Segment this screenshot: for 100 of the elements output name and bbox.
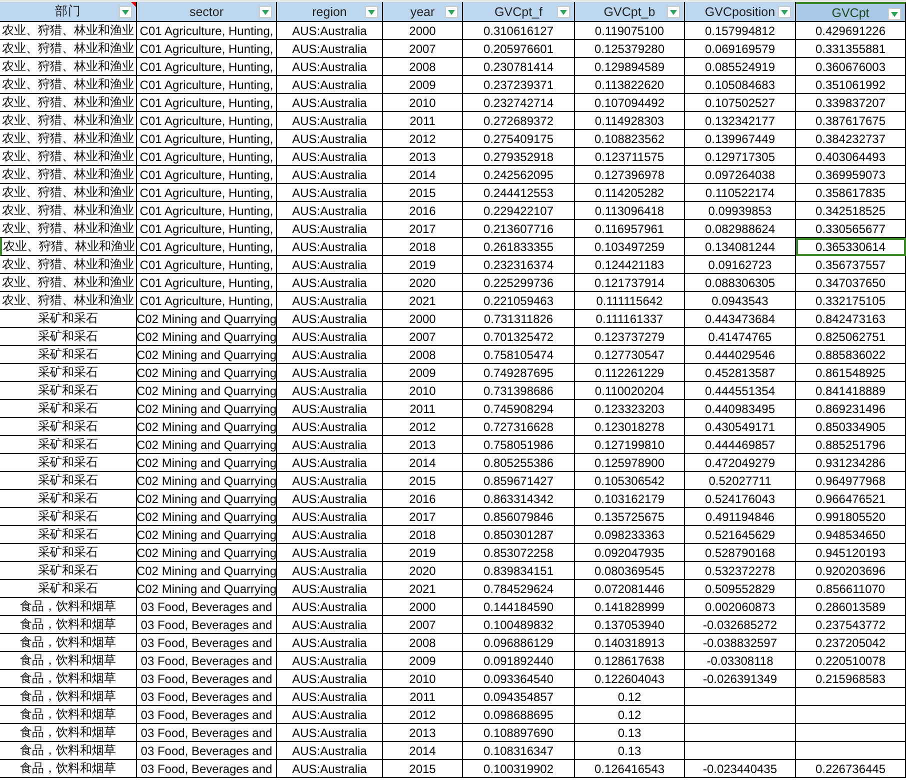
column-header[interactable]: GVCposition [685,2,796,22]
table-cell: 0.41474765 [685,328,796,346]
filter-dropdown-icon[interactable] [119,6,132,18]
table-cell: 03 Food, Beverages and [137,598,277,616]
column-header[interactable]: sector [137,2,277,22]
table-cell: 2010 [383,382,463,400]
table-cell: 采矿和采石 [0,472,137,490]
table-cell: 2012 [383,418,463,436]
table-cell: C02 Mining and Quarrying [137,346,277,364]
table-cell: 2008 [383,346,463,364]
table-cell: 0.853072258 [463,544,575,562]
table-cell: C01 Agriculture, Hunting, [137,220,277,238]
table-cell: 0.444551354 [685,382,796,400]
table-cell: 2009 [383,364,463,382]
filter-dropdown-icon[interactable] [888,8,901,20]
table-cell: 0.111115642 [575,292,685,310]
column-header[interactable]: GVCpt_b [575,2,685,22]
table-cell: AUS:Australia [277,472,383,490]
table-cell: 农业、狩猎、林业和渔业 [0,256,137,274]
table-cell: 0.331355881 [796,40,906,58]
table-cell: 0.758105474 [463,346,575,364]
table-cell: 0.12 [575,706,685,724]
table-cell: AUS:Australia [277,508,383,526]
table-cell: AUS:Australia [277,220,383,238]
table-cell: C02 Mining and Quarrying [137,472,277,490]
table-cell: 0.339837207 [796,94,906,112]
filter-dropdown-icon[interactable] [667,6,680,18]
table-cell: AUS:Australia [277,238,383,256]
table-cell: 0.784529624 [463,580,575,598]
table-cell: 2011 [383,112,463,130]
table-cell: 0.085524919 [685,58,796,76]
column-header[interactable]: year [383,2,463,22]
table-cell: 2017 [383,508,463,526]
table-cell: 采矿和采石 [0,310,137,328]
table-cell: 农业、狩猎、林业和渔业 [0,76,137,94]
table-cell: 0.356737557 [796,256,906,274]
table-cell: C02 Mining and Quarrying [137,490,277,508]
table-cell: 2019 [383,256,463,274]
table-cell: C02 Mining and Quarrying [137,400,277,418]
table-cell: 0.945120193 [796,544,906,562]
table-cell: 0.444469857 [685,436,796,454]
filter-dropdown-icon[interactable] [557,6,570,18]
table-cell: 0.134081244 [685,238,796,256]
table-cell: 0.108897690 [463,724,575,742]
table-cell: C01 Agriculture, Hunting, [137,130,277,148]
filter-dropdown-icon[interactable] [259,6,272,18]
table-cell: 0.731398686 [463,382,575,400]
column-header[interactable]: region [277,2,383,22]
table-cell: 2015 [383,760,463,778]
table-cell: 采矿和采石 [0,562,137,580]
table-cell: 0.444029546 [685,346,796,364]
table-cell: 0.365330614 [796,238,906,256]
table-cell: 0.135725675 [575,508,685,526]
table-cell: 0.127396978 [575,166,685,184]
column-header[interactable]: GVCpt [796,2,906,22]
table-cell: 采矿和采石 [0,580,137,598]
table-cell: 0.841418889 [796,382,906,400]
table-cell: 0.123737279 [575,328,685,346]
table-cell: 0.237239371 [463,76,575,94]
table-cell: 食品，饮料和烟草 [0,670,137,688]
table-cell: AUS:Australia [277,256,383,274]
table-cell: 食品，饮料和烟草 [0,706,137,724]
table-cell: 2011 [383,400,463,418]
column-header[interactable]: 部门 [0,2,137,22]
table-cell: 0.105084683 [685,76,796,94]
table-cell: 0.137053940 [575,616,685,634]
filter-dropdown-icon[interactable] [445,6,458,18]
table-cell: 0.110522174 [685,184,796,202]
table-cell: AUS:Australia [277,22,383,40]
table-cell: 0.139967449 [685,130,796,148]
table-cell: 0.839834151 [463,562,575,580]
table-cell: 农业、狩猎、林业和渔业 [0,184,137,202]
column-header[interactable]: GVCpt_f [463,2,575,22]
table-cell: 0.229422107 [463,202,575,220]
table-cell: 0.09939853 [685,202,796,220]
table-cell: C01 Agriculture, Hunting, [137,112,277,130]
table-cell: 0.112261229 [575,364,685,382]
table-cell: 0.114928303 [575,112,685,130]
table-cell: 0.105306542 [575,472,685,490]
table-cell: 农业、狩猎、林业和渔业 [0,58,137,76]
table-cell: 2015 [383,184,463,202]
table-cell: 2020 [383,274,463,292]
table-cell: C01 Agriculture, Hunting, [137,58,277,76]
filter-dropdown-icon[interactable] [365,6,378,18]
table-cell: 0.213607716 [463,220,575,238]
table-cell: 0.126416543 [575,760,685,778]
table-cell: 03 Food, Beverages and [137,688,277,706]
table-cell: AUS:Australia [277,112,383,130]
table-cell: 采矿和采石 [0,508,137,526]
table-cell: 0.098233363 [575,526,685,544]
table-cell: 采矿和采石 [0,436,137,454]
table-cell: 0.157994812 [685,22,796,40]
table-cell: AUS:Australia [277,364,383,382]
table-cell: 0.069169579 [685,40,796,58]
table-cell: -0.038832597 [685,634,796,652]
table-cell: 食品，饮料和烟草 [0,598,137,616]
table-cell: C02 Mining and Quarrying [137,454,277,472]
table-cell: 0.123711575 [575,148,685,166]
table-cell: C02 Mining and Quarrying [137,382,277,400]
filter-dropdown-icon[interactable] [778,6,791,18]
